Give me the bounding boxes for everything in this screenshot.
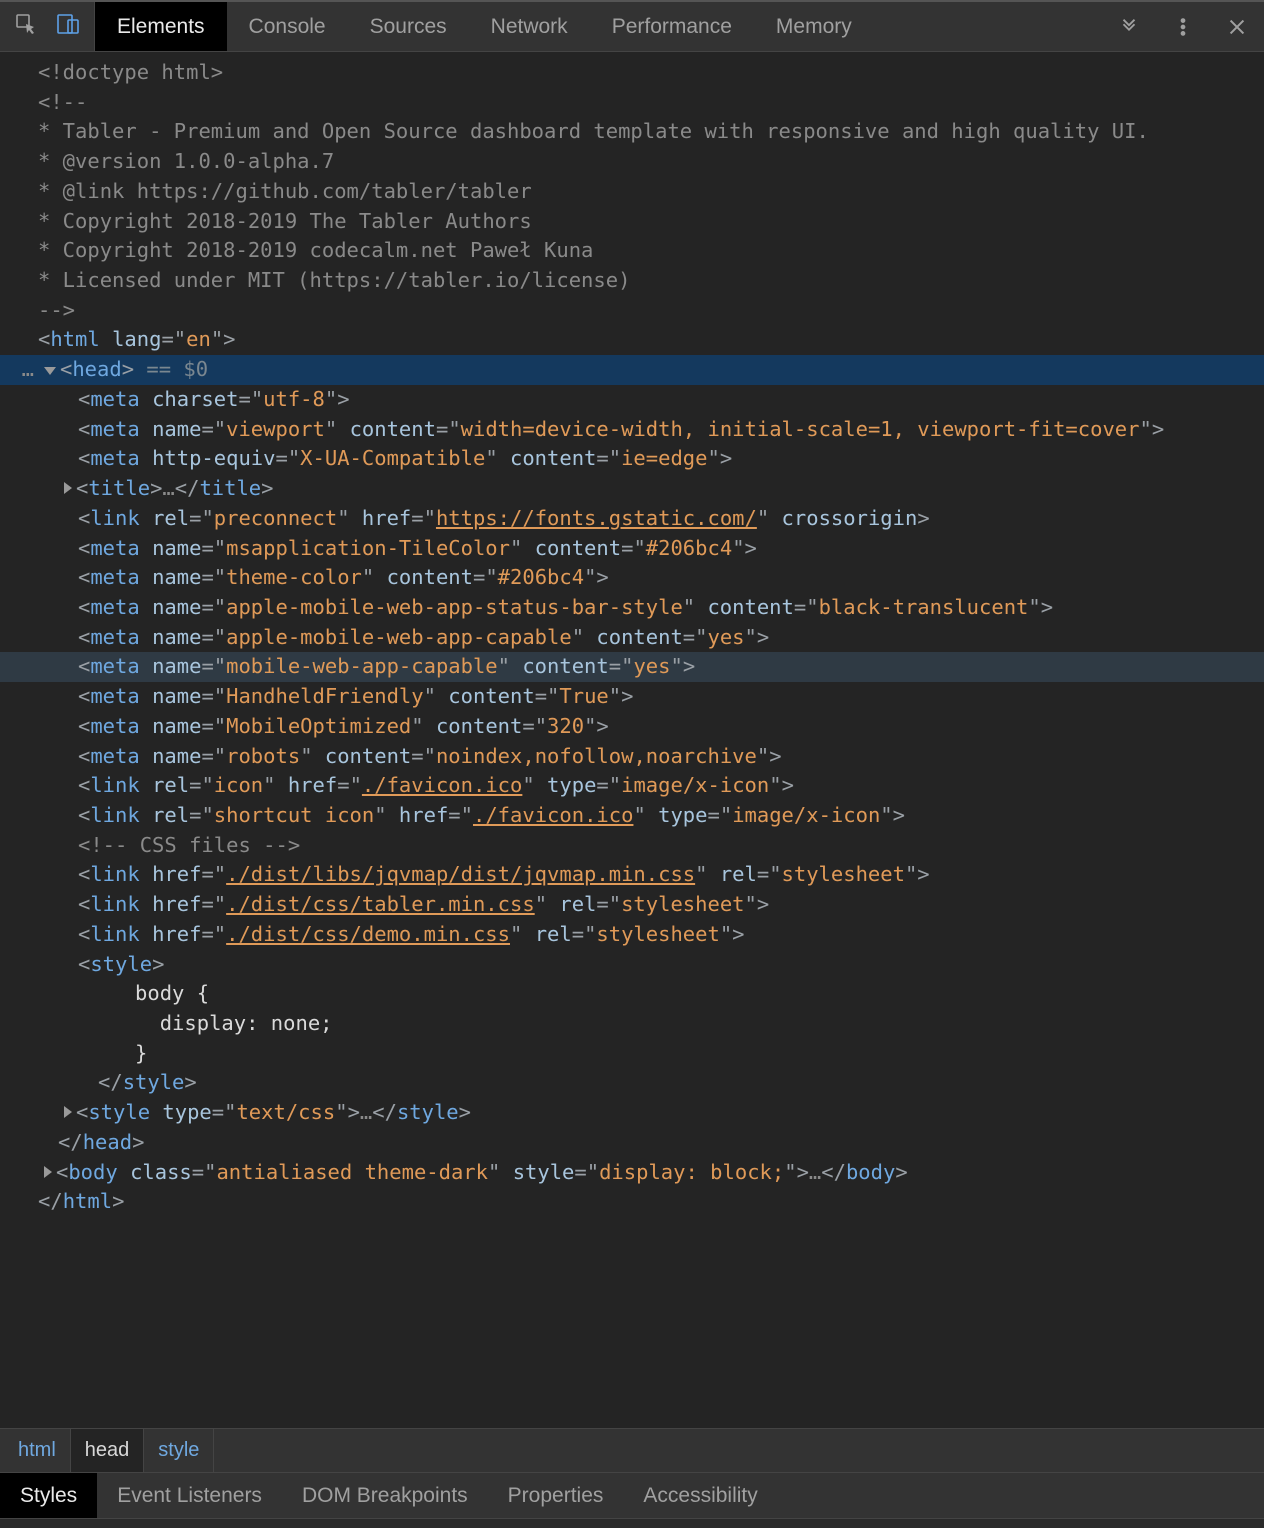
dom-row[interactable]: * Licensed under MIT (https://tabler.io/… (0, 266, 1264, 296)
tab-performance[interactable]: Performance (590, 2, 754, 51)
subtab-event-listeners[interactable]: Event Listeners (97, 1473, 282, 1518)
dom-row[interactable]: <meta name="MobileOptimized" content="32… (0, 712, 1264, 742)
dom-row[interactable]: --> (0, 296, 1264, 326)
tab-memory[interactable]: Memory (754, 2, 874, 51)
collapse-toggle-icon[interactable] (44, 367, 56, 375)
dom-row[interactable]: <link rel="preconnect" href="https://fon… (0, 504, 1264, 534)
dom-row[interactable]: <style type="text/css">…</style> (0, 1098, 1264, 1128)
devtools-toolbar: ElementsConsoleSourcesNetworkPerformance… (0, 0, 1264, 52)
dom-row[interactable]: <style> (0, 950, 1264, 980)
crumb-head[interactable]: head (71, 1429, 145, 1472)
dom-row[interactable]: <meta name="theme-color" content="#206bc… (0, 563, 1264, 593)
dom-row[interactable]: <link href="./dist/libs/jqvmap/dist/jqvm… (0, 860, 1264, 890)
expand-toggle-icon[interactable] (64, 1106, 72, 1118)
dom-row[interactable]: body { (0, 979, 1264, 1009)
tab-elements[interactable]: Elements (95, 2, 227, 51)
dom-row[interactable]: …<head> == $0 (0, 355, 1264, 385)
expand-toggle-icon[interactable] (64, 482, 72, 494)
crumb-html[interactable]: html (4, 1429, 71, 1472)
dom-row[interactable]: <link href="./dist/css/tabler.min.css" r… (0, 890, 1264, 920)
dom-row[interactable]: <html lang="en"> (0, 325, 1264, 355)
dom-row[interactable]: <meta http-equiv="X-UA-Compatible" conte… (0, 444, 1264, 474)
panel-tabs: ElementsConsoleSourcesNetworkPerformance… (95, 2, 1102, 51)
inspect-icon[interactable] (14, 12, 38, 42)
expand-toggle-icon[interactable] (44, 1166, 52, 1178)
subtab-properties[interactable]: Properties (488, 1473, 624, 1518)
tab-console[interactable]: Console (227, 2, 348, 51)
tab-sources[interactable]: Sources (348, 2, 469, 51)
subtab-dom-breakpoints[interactable]: DOM Breakpoints (282, 1473, 488, 1518)
close-icon[interactable] (1210, 2, 1264, 51)
toolbar-icons (0, 2, 95, 51)
dom-row[interactable]: <meta name="viewport" content="width=dev… (0, 415, 1264, 445)
dom-row[interactable]: } (0, 1039, 1264, 1069)
dom-row[interactable]: <meta name="msapplication-TileColor" con… (0, 534, 1264, 564)
dom-row[interactable]: * @link https://github.com/tabler/tabler (0, 177, 1264, 207)
dom-row[interactable]: <meta name="apple-mobile-web-app-capable… (0, 623, 1264, 653)
dom-row[interactable]: <meta name="HandheldFriendly" content="T… (0, 682, 1264, 712)
subtab-styles[interactable]: Styles (0, 1473, 97, 1518)
dom-row[interactable]: <!-- (0, 88, 1264, 118)
styles-tabs: StylesEvent ListenersDOM BreakpointsProp… (0, 1472, 1264, 1518)
dom-row[interactable]: display: none; (0, 1009, 1264, 1039)
dom-row[interactable]: <body class="antialiased theme-dark" sty… (0, 1158, 1264, 1188)
dom-row[interactable]: </style> (0, 1068, 1264, 1098)
more-tabs-icon[interactable] (1102, 2, 1156, 51)
dom-row[interactable]: <!doctype html> (0, 58, 1264, 88)
crumb-style[interactable]: style (144, 1429, 214, 1472)
dom-row[interactable]: <link rel="icon" href="./favicon.ico" ty… (0, 771, 1264, 801)
tab-network[interactable]: Network (469, 2, 590, 51)
dom-row[interactable]: <meta charset="utf-8"> (0, 385, 1264, 415)
dom-row[interactable]: <meta name="mobile-web-app-capable" cont… (0, 652, 1264, 682)
dom-row[interactable]: <meta name="robots" content="noindex,nof… (0, 742, 1264, 772)
dom-row[interactable]: <link rel="shortcut icon" href="./favico… (0, 801, 1264, 831)
dom-row[interactable]: * Copyright 2018-2019 codecalm.net Paweł… (0, 236, 1264, 266)
dom-row[interactable]: <title>…</title> (0, 474, 1264, 504)
dom-breadcrumb: htmlheadstyle (0, 1428, 1264, 1472)
dom-row[interactable]: * Copyright 2018-2019 The Tabler Authors (0, 207, 1264, 237)
kebab-menu-icon[interactable] (1156, 2, 1210, 51)
styles-panel-placeholder (0, 1518, 1264, 1528)
device-toolbar-icon[interactable] (56, 12, 80, 42)
dom-row[interactable]: </head> (0, 1128, 1264, 1158)
dom-row[interactable]: <meta name="apple-mobile-web-app-status-… (0, 593, 1264, 623)
dom-row[interactable]: * Tabler - Premium and Open Source dashb… (0, 117, 1264, 147)
subtab-accessibility[interactable]: Accessibility (623, 1473, 777, 1518)
dom-row[interactable]: <link href="./dist/css/demo.min.css" rel… (0, 920, 1264, 950)
dom-row[interactable]: <!-- CSS files --> (0, 831, 1264, 861)
dom-row[interactable]: * @version 1.0.0-alpha.7 (0, 147, 1264, 177)
dom-row[interactable]: </html> (0, 1187, 1264, 1217)
dom-tree[interactable]: <!doctype html><!--* Tabler - Premium an… (0, 52, 1264, 1223)
